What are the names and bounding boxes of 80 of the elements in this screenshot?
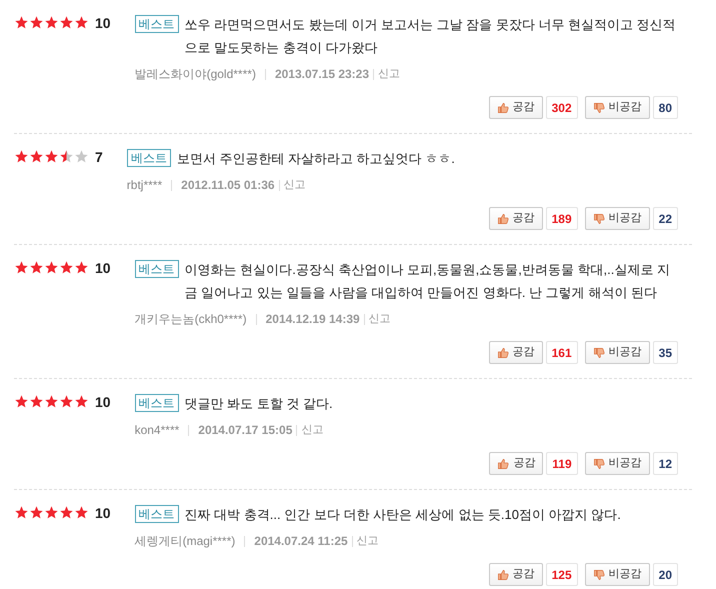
- star-icon: [29, 505, 44, 520]
- star-icon: [59, 260, 74, 275]
- star-icon: [59, 149, 74, 164]
- author: 세렝게티(magi****): [134, 533, 236, 550]
- star-icon: [74, 505, 89, 520]
- dislike-button[interactable]: 비공감: [584, 96, 650, 119]
- thumbs-down-icon: [592, 568, 605, 580]
- like-button[interactable]: 공감: [488, 563, 543, 586]
- dislike-button[interactable]: 비공감: [584, 207, 650, 230]
- like-count: 125: [546, 563, 578, 586]
- score: 10: [95, 504, 111, 523]
- post-date: 2014.07.24 11:25: [254, 533, 348, 550]
- star-icon: [44, 505, 59, 520]
- thumbs-up-icon: [496, 212, 509, 224]
- star-icon: [74, 15, 89, 30]
- best-badge: 베스트: [134, 394, 179, 412]
- dislike-button[interactable]: 비공감: [584, 452, 650, 475]
- review-text: 진짜 대박 충격... 인간 보다 더한 사탄은 세상에 없는 듯.10점이 아깝지 않다.: [184, 506, 621, 524]
- star-icon: [29, 394, 44, 409]
- like-button[interactable]: 공감: [489, 452, 544, 475]
- dislike-count: 35: [652, 341, 678, 364]
- star-icon: [44, 394, 59, 409]
- score: 10: [95, 259, 111, 278]
- star-icon: [44, 15, 59, 30]
- author: kon4****: [134, 422, 180, 439]
- star-icon: [74, 260, 89, 275]
- thumbs-down-icon: [592, 346, 605, 358]
- thumbs-down-icon: [592, 458, 605, 470]
- like-button[interactable]: 공감: [488, 341, 543, 364]
- thumbs-up-icon: [496, 102, 509, 114]
- dislike-button[interactable]: 비공감: [584, 341, 650, 364]
- star-icon: [14, 149, 29, 164]
- review-text: 이영화는 현실이다.공장식 축산업이나 모피,동물원,쇼동물,반려동물 학대,..실제로 지금 일어나고 있는 일들을 사람을 대입하여 만들어진 영화다. 난 그렇게 해석이 된다: [184, 261, 671, 302]
- thumbs-up-icon: [496, 568, 509, 580]
- like-count: 119: [546, 452, 578, 475]
- review-text: 댓글만 봐도 토할 것 같다.: [184, 395, 333, 413]
- score: 10: [95, 14, 111, 33]
- post-date: 2013.07.15 23:23: [274, 66, 370, 83]
- review-text: 보면서 주인공한테 자살하라고 하고싶엇다 ㅎㅎ.: [176, 150, 455, 168]
- like-button[interactable]: 공감: [488, 207, 543, 230]
- star-icon: [74, 149, 89, 164]
- star-icon: [74, 394, 89, 409]
- author: 개키우는놈(ckh0****): [134, 311, 247, 328]
- star-icon: [29, 149, 44, 164]
- dislike-count: 80: [652, 96, 678, 119]
- dislike-count: 22: [652, 207, 678, 230]
- dislike-count: 20: [652, 563, 678, 586]
- thumbs-up-icon: [497, 458, 510, 470]
- review-text: 쏘우 라면먹으면서도 봤는데 이거 보고서는 그날 잠을 못잤다 너무 현실적이고 정신적으로 말도못하는 충격이 다가왔다: [184, 16, 677, 57]
- post-date: 2014.07.17 15:05: [198, 422, 292, 439]
- star-icon: [14, 260, 29, 275]
- thumbs-down-icon: [592, 102, 605, 114]
- thumbs-up-icon: [496, 346, 509, 358]
- thumbs-down-icon: [592, 212, 605, 224]
- like-count: 161: [546, 341, 578, 364]
- star-icon: [29, 15, 44, 30]
- star-icon: [59, 505, 74, 520]
- star-icon: [14, 15, 29, 30]
- best-badge: 베스트: [134, 260, 179, 278]
- star-icon: [14, 394, 29, 409]
- best-badge: 베스트: [126, 149, 171, 167]
- score: 7: [95, 148, 103, 167]
- author: 발레스화이야(gold****): [134, 66, 256, 83]
- dislike-button[interactable]: 비공감: [584, 563, 650, 586]
- star-icon: [44, 149, 59, 164]
- score: 10: [95, 393, 111, 412]
- star-icon: [59, 394, 74, 409]
- star-icon: [29, 260, 44, 275]
- author: rbtj****: [126, 177, 162, 194]
- star-icon: [44, 260, 59, 275]
- post-date: 2012.11.05 01:36: [181, 177, 275, 194]
- star-icon: [59, 15, 74, 30]
- like-count: 189: [546, 207, 578, 230]
- best-badge: 베스트: [134, 15, 179, 33]
- best-badge: 베스트: [134, 505, 179, 523]
- dislike-count: 12: [652, 452, 678, 475]
- star-icon: [14, 505, 29, 520]
- post-date: 2014.12.19 14:39: [266, 311, 360, 328]
- like-button[interactable]: 공감: [488, 96, 543, 119]
- like-count: 302: [546, 96, 578, 119]
